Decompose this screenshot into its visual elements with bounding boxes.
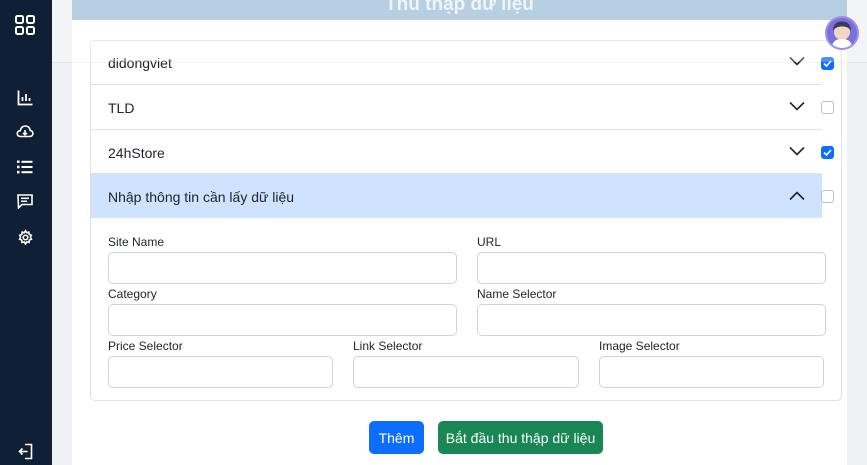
user-avatar[interactable] [825,16,859,50]
chevron-down-icon [789,101,805,111]
source-checkbox-didongviet[interactable] [821,57,834,70]
card-header: Thu thập dữ liệu [72,0,847,20]
image-selector-input[interactable] [599,356,824,388]
data-collection-card: Thu thập dữ liệu didongviet TLD 24hStore… [72,0,847,465]
url-input[interactable] [477,252,826,284]
check-icon [823,60,832,67]
price-selector-label: Price Selector [108,339,183,353]
gear-icon[interactable] [12,224,38,250]
category-label: Category [108,287,157,301]
chevron-up-icon [789,191,805,201]
message-icon[interactable] [12,188,38,214]
accordion-item-didongviet[interactable]: didongviet [91,41,822,85]
accordion-item-new-source[interactable]: Nhập thông tin cần lấy dữ liệu [91,174,822,218]
list-icon[interactable] [12,154,38,180]
chevron-down-icon [789,56,805,66]
user-avatar-icon [832,21,852,48]
link-selector-input[interactable] [353,356,579,388]
accordion-item-label: TLD [108,100,135,116]
sidebar [0,0,52,465]
page-title: Thu thập dữ liệu [385,0,534,15]
accordion-item-label: didongviet [108,55,172,71]
accordion-item-label: 24hStore [108,145,165,161]
main-content: Thu thập dữ liệu didongviet TLD 24hStore… [52,0,867,465]
chevron-down-icon [789,146,805,156]
site-name-label: Site Name [108,235,165,249]
check-icon [823,149,832,156]
image-selector-label: Image Selector [599,339,680,353]
category-input[interactable] [108,304,457,336]
start-collection-button[interactable]: Bắt đầu thu thập dữ liệu [438,421,603,454]
accordion-item-label: Nhập thông tin cần lấy dữ liệu [108,189,295,205]
url-label: URL [477,235,502,249]
price-selector-input[interactable] [108,356,333,388]
grid-icon[interactable] [12,12,38,38]
bar-chart-icon[interactable] [12,84,38,110]
name-selector-label: Name Selector [477,287,557,301]
name-selector-input[interactable] [477,304,826,336]
cloud-download-icon[interactable] [12,118,38,144]
source-checkbox-new[interactable] [821,190,834,203]
add-button[interactable]: Thêm [369,421,424,454]
source-accordion: didongviet TLD 24hStore Nhập thông tin c… [90,40,842,401]
logout-icon[interactable] [12,438,38,464]
accordion-item-24hstore[interactable]: 24hStore [91,130,822,174]
source-checkbox-24hstore[interactable] [821,146,834,159]
accordion-item-tld[interactable]: TLD [91,85,822,130]
link-selector-label: Link Selector [353,339,423,353]
source-checkbox-tld[interactable] [821,101,834,114]
site-name-input[interactable] [108,252,457,284]
